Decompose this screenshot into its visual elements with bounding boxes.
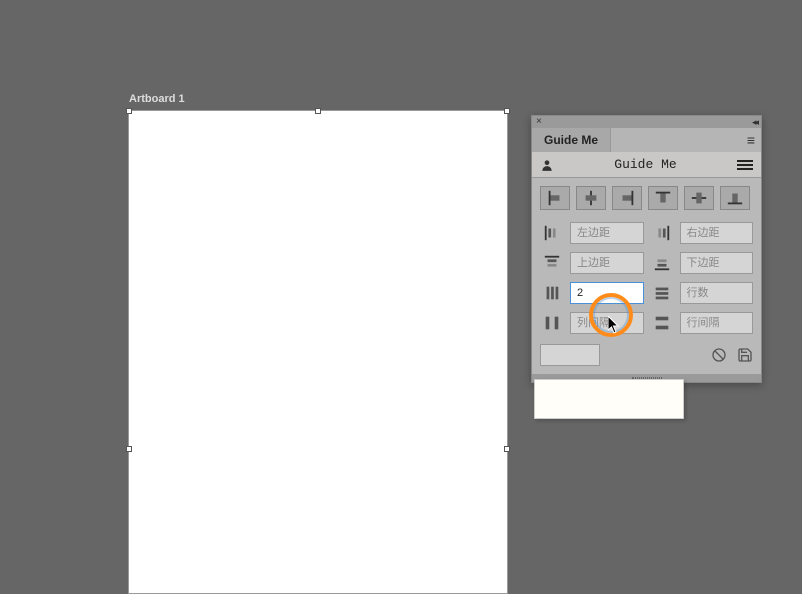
columns-icon bbox=[540, 282, 564, 304]
artboard-canvas[interactable] bbox=[128, 110, 508, 594]
right-margin-icon bbox=[650, 222, 674, 244]
column-gap-input[interactable] bbox=[570, 312, 644, 334]
right-margin-input[interactable] bbox=[680, 222, 754, 244]
artboard-label: Artboard 1 bbox=[129, 93, 185, 105]
align-bottom-button[interactable] bbox=[720, 186, 750, 210]
tooltip bbox=[534, 379, 684, 419]
rows-icon bbox=[650, 282, 674, 304]
panel-title-row: Guide Me ≡ bbox=[532, 128, 761, 152]
left-margin-input[interactable] bbox=[570, 222, 644, 244]
resize-handle-top-right[interactable] bbox=[504, 108, 510, 114]
bottom-margin-icon bbox=[650, 252, 674, 274]
panel-menu-icon[interactable]: ≡ bbox=[741, 128, 761, 152]
clear-icon[interactable] bbox=[711, 347, 727, 363]
align-left-button[interactable] bbox=[540, 186, 570, 210]
resize-handle-top-left[interactable] bbox=[126, 108, 132, 114]
align-hcenter-button[interactable] bbox=[576, 186, 606, 210]
close-icon[interactable]: × bbox=[536, 117, 542, 127]
row-gap-icon bbox=[650, 312, 674, 334]
align-top-button[interactable] bbox=[648, 186, 678, 210]
alignment-row bbox=[540, 186, 753, 210]
column-gap-icon bbox=[540, 312, 564, 334]
rows-input[interactable] bbox=[680, 282, 754, 304]
panel-body bbox=[532, 178, 761, 374]
resize-handle-top-center[interactable] bbox=[315, 108, 321, 114]
user-icon bbox=[540, 158, 554, 172]
left-margin-icon bbox=[540, 222, 564, 244]
panel-title-tab[interactable]: Guide Me bbox=[532, 128, 611, 152]
collapse-icon[interactable]: ◂◂ bbox=[752, 117, 757, 128]
action-icons bbox=[711, 347, 753, 363]
preset-input[interactable] bbox=[540, 344, 600, 366]
resize-handle-mid-right[interactable] bbox=[504, 446, 510, 452]
save-icon[interactable] bbox=[737, 347, 753, 363]
guide-me-panel: × ◂◂ Guide Me ≡ Guide Me bbox=[531, 115, 762, 383]
list-icon[interactable] bbox=[737, 160, 753, 170]
row-gap-input[interactable] bbox=[680, 312, 754, 334]
bottom-margin-input[interactable] bbox=[680, 252, 754, 274]
margins-grid bbox=[540, 222, 753, 334]
top-margin-icon bbox=[540, 252, 564, 274]
plugin-header: Guide Me bbox=[532, 152, 761, 178]
panel-tabbar: × ◂◂ bbox=[532, 116, 761, 128]
action-row bbox=[540, 344, 753, 366]
resize-handle-mid-left[interactable] bbox=[126, 446, 132, 452]
top-margin-input[interactable] bbox=[570, 252, 644, 274]
columns-input[interactable] bbox=[570, 282, 644, 304]
align-right-button[interactable] bbox=[612, 186, 642, 210]
align-vcenter-button[interactable] bbox=[684, 186, 714, 210]
plugin-title: Guide Me bbox=[554, 157, 737, 172]
